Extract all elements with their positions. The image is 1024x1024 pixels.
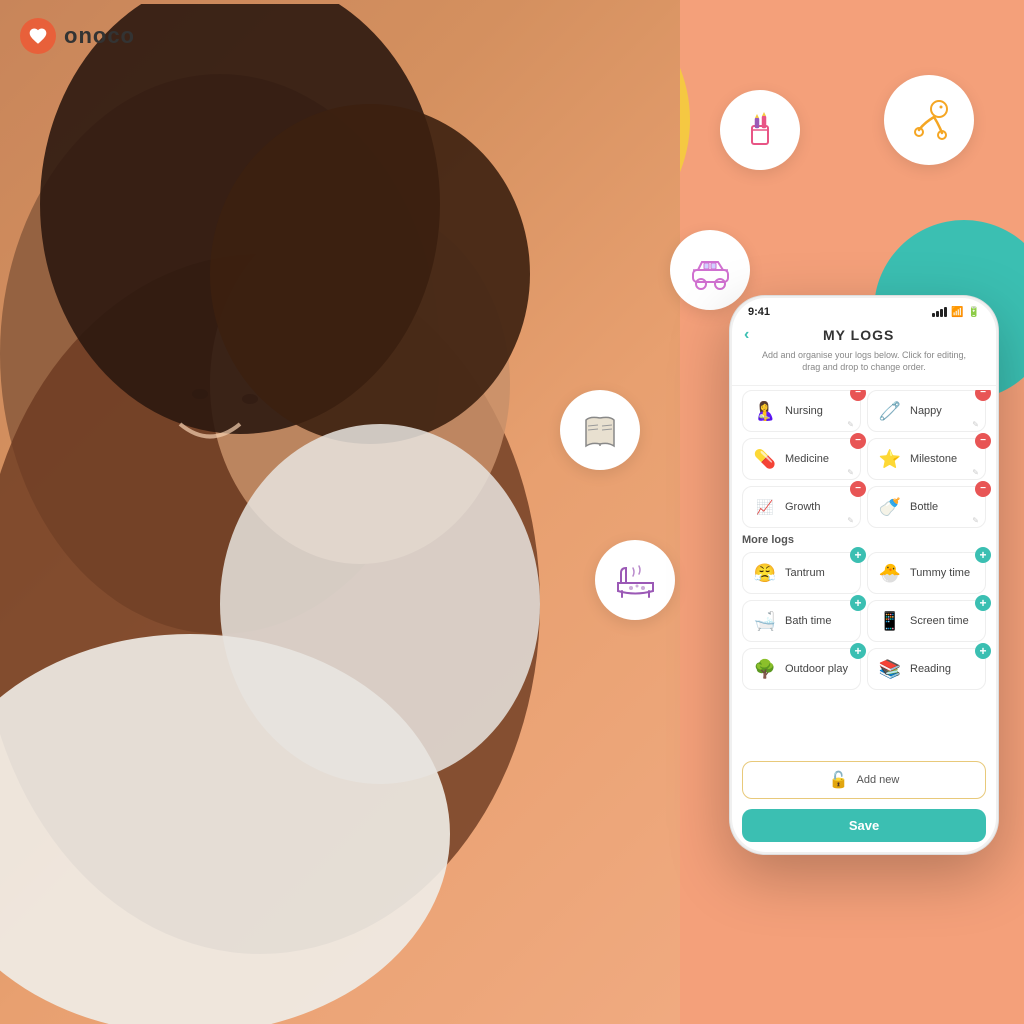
log-item-bottle[interactable]: − 🍼 Bottle ✎ [867,486,986,528]
medicine-icon: 💊 [751,445,779,473]
remove-growth-button[interactable]: − [850,481,866,497]
add-outdoor-play-button[interactable]: + [850,643,866,659]
nappy-edit-icon: ✎ [972,420,979,429]
more-logs-label: More logs [742,534,986,546]
phone-screen: 9:41 📶 🔋 ‹ MY LOGS [732,298,996,852]
phone-shell: 9:41 📶 🔋 ‹ MY LOGS [729,295,999,855]
remove-bottle-button[interactable]: − [975,481,991,497]
save-button[interactable]: Save [742,809,986,842]
log-item-nappy[interactable]: − 🧷 Nappy ✎ [867,390,986,432]
reading-label: Reading [910,663,977,675]
signal-icon [932,307,947,317]
screen-time-icon: 📱 [876,607,904,635]
mother-baby-silhouette [0,4,680,1024]
add-reading-button[interactable]: + [975,643,991,659]
bath-time-icon: 🛁 [751,607,779,635]
log-item-tantrum[interactable]: + 😤 Tantrum [742,552,861,594]
screen-title: MY LOGS [749,327,968,343]
bottle-icon: 🍼 [876,493,904,521]
growth-icon: 📈 [751,493,779,521]
tummy-time-label: Tummy time [910,567,977,579]
logo-text: onoco [64,23,135,49]
bottle-label: Bottle [910,501,977,513]
lock-add-icon: 🔓 [829,770,849,790]
logo-icon [20,18,56,54]
log-item-growth[interactable]: − 📈 Growth ✎ [742,486,861,528]
status-icons: 📶 🔋 [932,307,980,318]
add-new-button[interactable]: 🔓 Add new [742,761,986,799]
float-book-icon [560,390,640,470]
float-pencil-icon [720,90,800,170]
log-item-bath-time[interactable]: + 🛁 Bath time [742,600,861,642]
bath-time-label: Bath time [785,615,852,627]
milestone-edit-icon: ✎ [972,468,979,477]
medicine-edit-icon: ✎ [847,468,854,477]
more-logs-grid: + 😤 Tantrum + 🐣 Tummy time + 🛁 Bath time [742,552,986,690]
divider [732,385,996,386]
growth-edit-icon: ✎ [847,516,854,525]
nursing-icon: 🤱 [751,397,779,425]
battery-icon: 🔋 [968,307,980,318]
nappy-label: Nappy [910,405,977,417]
status-time: 9:41 [748,306,770,318]
growth-label: Growth [785,501,852,513]
log-item-tummy-time[interactable]: + 🐣 Tummy time [867,552,986,594]
log-item-milestone[interactable]: − ⭐ Milestone ✎ [867,438,986,480]
phone-nav: ‹ MY LOGS [732,322,996,350]
milestone-icon: ⭐ [876,445,904,473]
log-item-outdoor-play[interactable]: + 🌳 Outdoor play [742,648,861,690]
wifi-icon: 📶 [951,307,963,318]
phone-mockup: 9:41 📶 🔋 ‹ MY LOGS [729,295,999,855]
tummy-time-icon: 🐣 [876,559,904,587]
remove-nappy-button[interactable]: − [975,390,991,401]
outdoor-play-icon: 🌳 [751,655,779,683]
add-tummy-time-button[interactable]: + [975,547,991,563]
bottle-edit-icon: ✎ [972,516,979,525]
log-item-medicine[interactable]: − 💊 Medicine ✎ [742,438,861,480]
log-item-screen-time[interactable]: + 📱 Screen time [867,600,986,642]
screen-time-label: Screen time [910,615,977,627]
active-logs-grid: − 🤱 Nursing ✎ − 🧷 Nappy ✎ − 💊 M [742,390,986,528]
logs-section: − 🤱 Nursing ✎ − 🧷 Nappy ✎ − 💊 M [732,390,996,755]
log-item-reading[interactable]: + 📚 Reading [867,648,986,690]
nursing-label: Nursing [785,405,852,417]
float-bathtub-icon [595,540,675,620]
milestone-label: Milestone [910,453,977,465]
float-baby-icon [884,75,974,165]
screen-subtitle: Add and organise your logs below. Click … [732,350,996,381]
remove-medicine-button[interactable]: − [850,433,866,449]
nappy-icon: 🧷 [876,397,904,425]
reading-icon: 📚 [876,655,904,683]
medicine-label: Medicine [785,453,852,465]
logo[interactable]: onoco [20,18,135,54]
heart-icon [28,26,48,46]
tantrum-label: Tantrum [785,567,852,579]
remove-milestone-button[interactable]: − [975,433,991,449]
outdoor-play-label: Outdoor play [785,663,852,675]
add-tantrum-button[interactable]: + [850,547,866,563]
status-bar: 9:41 📶 🔋 [732,298,996,322]
add-new-label: Add new [857,774,900,786]
add-screen-time-button[interactable]: + [975,595,991,611]
log-item-nursing[interactable]: − 🤱 Nursing ✎ [742,390,861,432]
tantrum-icon: 😤 [751,559,779,587]
photo-area [0,0,680,1024]
remove-nursing-button[interactable]: − [850,390,866,401]
nursing-edit-icon: ✎ [847,420,854,429]
add-bath-time-button[interactable]: + [850,595,866,611]
